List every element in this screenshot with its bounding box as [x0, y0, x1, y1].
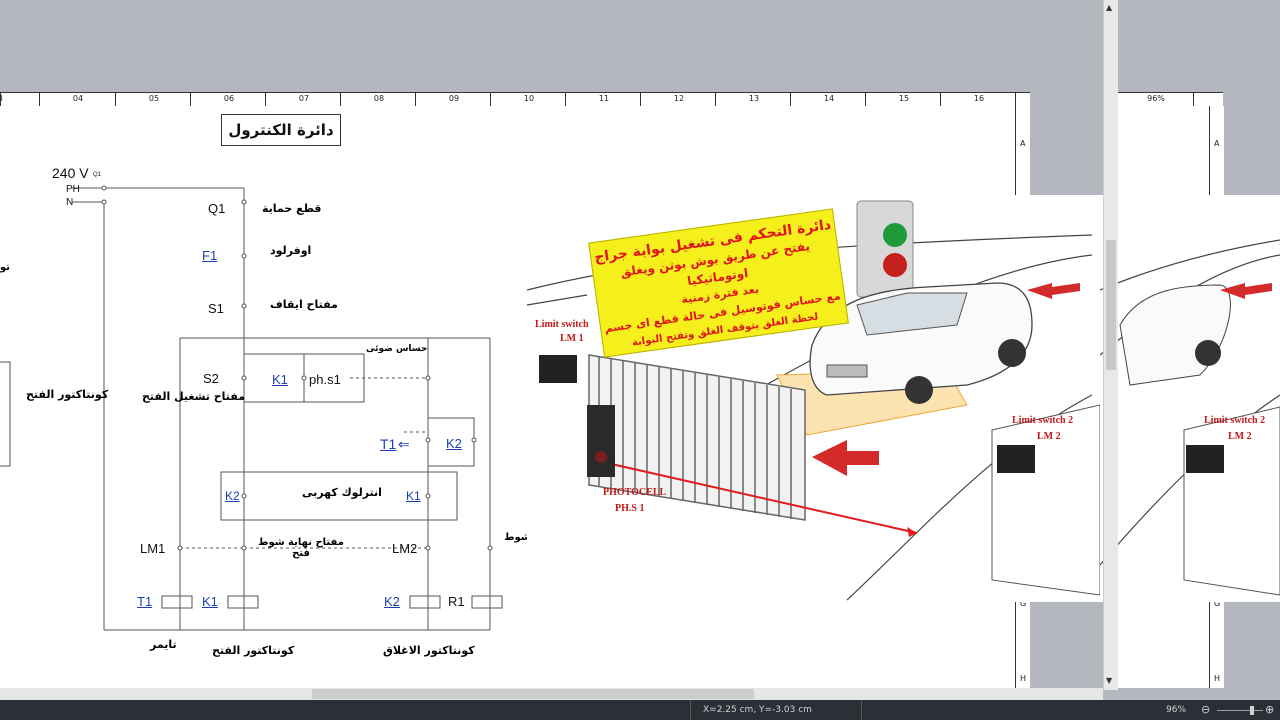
ruler-tick: 15 [865, 93, 909, 106]
s2-description: مفتاح تشغيل الفتح [142, 390, 246, 403]
coil-r1-label: R1 [448, 594, 465, 609]
scroll-up-icon[interactable]: ▲ [1106, 3, 1112, 12]
status-bar: X=2.25 cm, Y=-3.03 cm 96% ⊖ ⊕ [0, 700, 1280, 720]
zoom-out-icon[interactable]: ⊖ [1201, 703, 1210, 716]
cursor-coordinates: X=2.25 cm, Y=-3.03 cm [703, 705, 812, 715]
lm1-description: مفتاح نهاية شوط فتح [258, 537, 344, 559]
gate-illustration-partial: Limit switch 2 LM 2 [1100, 195, 1280, 602]
interlock-k1-link[interactable]: K1 [406, 489, 421, 503]
zoom-slider-handle[interactable] [1250, 706, 1254, 715]
close-contactor-description: كونتاكتور الاغلاق [383, 644, 475, 657]
timer-description: تايمر [150, 638, 177, 651]
photocell-title: PHOTOCELL [603, 487, 667, 498]
ruler-tick: 11 [565, 93, 609, 106]
ruler-tick: 03 [0, 93, 3, 106]
horizontal-scrollbar[interactable] [0, 688, 1103, 700]
coil-k2-link[interactable]: K2 [384, 594, 400, 609]
scroll-down-icon[interactable]: ▼ [1106, 676, 1112, 685]
limit-switch-2-sub: LM 2 [1037, 431, 1061, 442]
limit-switch-2-title-partial: Limit switch 2 [1204, 415, 1266, 426]
photocell-contact-label: ph.s1 [309, 372, 341, 387]
interlock-k2-link[interactable]: K2 [225, 489, 240, 503]
ruler-tick: 08 [340, 93, 384, 106]
ruler-tick: 05 [115, 93, 159, 106]
ruler-tick: 09 [415, 93, 459, 106]
s1-label: S1 [208, 301, 224, 316]
left-partial-label: تو [0, 262, 11, 273]
s1-description: مفتاح ايقاف [270, 298, 338, 311]
open-contactor-description: كونتاكتور الفتح [212, 644, 295, 657]
left-contactor-description: كونتاكتور الفتح [26, 388, 109, 401]
limit-switch-1-title: Limit switch [535, 319, 589, 330]
column-ruler-right: 96% [1117, 92, 1223, 107]
ruler-tick: 10 [490, 93, 534, 106]
phase-label: PH [66, 184, 80, 195]
horizontal-scroll-thumb[interactable] [312, 689, 754, 699]
f1-description: اوفرلود [270, 244, 312, 257]
zoom-in-icon[interactable]: ⊕ [1265, 703, 1274, 716]
ruler-tick: 14 [790, 93, 834, 106]
zoom-level: 96% [1166, 705, 1187, 715]
ruler-tick: 07 [265, 93, 309, 106]
ruler-tick: 04 [39, 93, 83, 106]
circuit-title: دائرة الكنترول [228, 121, 334, 139]
column-ruler: 03 04 05 06 07 08 09 10 11 12 13 14 15 1… [0, 92, 1030, 107]
coil-k1-link[interactable]: K1 [202, 594, 218, 609]
circuit-title-box: دائرة الكنترول [221, 114, 341, 146]
k1-contact-link[interactable]: K1 [272, 372, 288, 387]
ruler-tick: 12 [640, 93, 684, 106]
vertical-scrollbar[interactable]: ▲ ▼ [1103, 0, 1118, 690]
f1-link[interactable]: F1 [202, 248, 217, 263]
illustration-graphic-partial [1100, 239, 1280, 596]
lm2-label: LM2 [392, 541, 418, 556]
photocell-sub: PH.S 1 [615, 503, 645, 514]
lm1-label: LM1 [140, 541, 166, 556]
sensor-description: حساس ضوئى [366, 344, 428, 354]
ruler-tick: 13 [715, 93, 759, 106]
interlock-description: انترلوك كهربى [302, 486, 382, 499]
ruler-tick [1015, 93, 1016, 106]
ruler-tick: 16 [940, 93, 984, 106]
q1-label: Q1 [208, 201, 226, 216]
t1-contact-link[interactable]: T1 [380, 436, 396, 452]
gate-illustration: دائرة التحكم فى تشغيل بوابة جراج يفتح عن… [527, 195, 1100, 602]
zoom-slider[interactable] [1217, 710, 1263, 711]
s2-label: S2 [203, 371, 219, 386]
ruler-tick [1193, 93, 1194, 106]
coil-t1-link[interactable]: T1 [137, 594, 152, 609]
ruler-tick: 06 [190, 93, 234, 106]
k2-contact-link[interactable]: K2 [446, 436, 462, 451]
q1-description: قطع حماية [262, 202, 322, 215]
limit-switch-1-sub: LM 1 [560, 333, 584, 344]
limit-switch-2-title: Limit switch 2 [1012, 415, 1074, 426]
contact-arrow-icon: ⇐ [398, 436, 410, 452]
vertical-scroll-thumb[interactable] [1106, 240, 1116, 370]
limit-switch-2-sub-partial: LM 2 [1228, 431, 1252, 442]
neutral-label: N [66, 197, 74, 208]
voltage-sub-label: Q1 [93, 172, 102, 178]
voltage-label: 240 V [52, 165, 89, 181]
